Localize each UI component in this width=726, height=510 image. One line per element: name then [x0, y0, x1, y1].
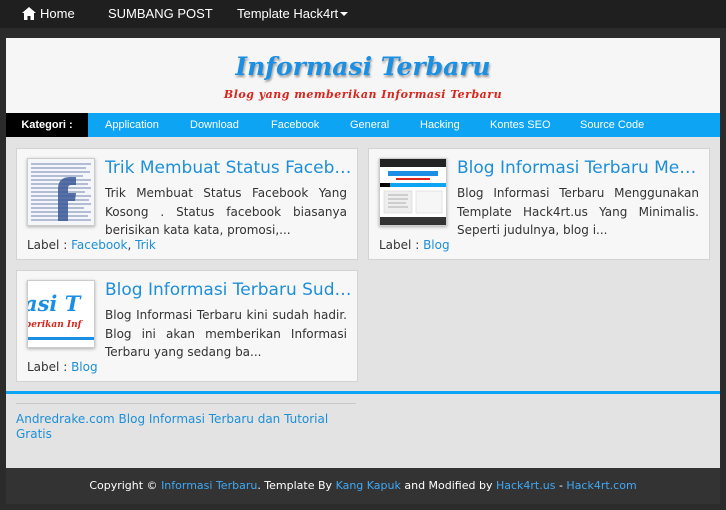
thumb-tagline-text: berikan Inf [28, 320, 84, 330]
nav-home-label: Home [40, 6, 75, 21]
copyright-bar: Copyright © Informasi Terbaru. Template … [6, 468, 720, 504]
post-card: Blog Informasi Terbaru Menggunakan Templ… [368, 148, 710, 260]
label-prefix: Label : [27, 238, 68, 252]
post-title[interactable]: Blog Informasi Terbaru Sudah Hadir [105, 280, 355, 300]
copyright-mid: . Template By [257, 479, 336, 492]
post-title[interactable]: Trik Membuat Status Facebook Yang Kosong [105, 158, 355, 178]
section-divider [6, 391, 720, 394]
post-labels: Label : Blog [379, 238, 450, 252]
copyright-text: Copyright © Informasi Terbaru. Template … [6, 468, 720, 504]
blog-screenshot-thumbnail [380, 159, 446, 225]
nav-template-dropdown[interactable]: Template Hack4rt [237, 0, 349, 28]
post-labels: Label : Facebook, Trik [27, 238, 156, 252]
caret-down-icon [340, 12, 349, 16]
category-bar: Kategori : Application Download Facebook… [6, 113, 720, 137]
category-general[interactable]: General [350, 113, 389, 137]
post-excerpt: Blog Informasi Terbaru kini sudah hadir.… [105, 308, 347, 359]
category-label: Kategori : [6, 113, 88, 137]
copyright-mod2-link[interactable]: Hack4rt.com [566, 479, 636, 492]
page-container: Informasi Terbaru Blog yang memberikan I… [6, 38, 720, 468]
copyright-site-link[interactable]: Informasi Terbaru [161, 479, 257, 492]
nav-sumbang-post-link[interactable]: SUMBANG POST [108, 0, 213, 28]
nav-home-link[interactable]: Home [22, 0, 75, 28]
label-prefix: Label : [379, 238, 420, 252]
post-excerpt: Trik Membuat Status Facebook Yang Kosong… [105, 186, 347, 237]
post-card: Trik Membuat Status Facebook Yang Kosong… [16, 148, 358, 260]
site-header: Informasi Terbaru Blog yang memberikan I… [6, 38, 720, 113]
copyright-author-link[interactable]: Kang Kapuk [336, 479, 401, 492]
home-icon [22, 7, 36, 20]
copyright-mod1-link[interactable]: Hack4rt.us [496, 479, 555, 492]
site-tagline: Blog yang memberikan Informasi Terbaru [223, 88, 503, 101]
site-title[interactable]: Informasi Terbaru [6, 52, 720, 81]
copyright-prefix: Copyright © [89, 479, 162, 492]
post-title[interactable]: Blog Informasi Terbaru Menggunakan Templ… [457, 158, 707, 178]
footer-partner-link[interactable]: Andredrake.com Blog Informasi Terbaru da… [16, 412, 356, 442]
category-hacking[interactable]: Hacking [420, 113, 460, 137]
label-link-trik[interactable]: Trik [135, 238, 156, 252]
copyright-sep: - [555, 479, 567, 492]
category-kontes-seo[interactable]: Kontes SEO [490, 113, 551, 137]
label-link-facebook[interactable]: Facebook [71, 238, 127, 252]
category-facebook[interactable]: Facebook [271, 113, 319, 137]
post-thumbnail[interactable] [27, 158, 95, 226]
category-download[interactable]: Download [190, 113, 239, 137]
thumb-logo-text: asi T [28, 291, 82, 316]
footer-link-rule [16, 403, 356, 404]
copyright-mid2: and Modified by [400, 479, 496, 492]
label-link-blog[interactable]: Blog [71, 360, 98, 374]
category-application[interactable]: Application [105, 113, 159, 137]
label-link-blog[interactable]: Blog [423, 238, 450, 252]
label-prefix: Label : [27, 360, 68, 374]
facebook-text-thumbnail [28, 159, 94, 225]
blog-logo-crop-thumbnail: asi T berikan Inf [28, 281, 94, 347]
post-excerpt: Blog Informasi Terbaru Menggunakan Templ… [457, 186, 699, 237]
top-navigation-bar: Home SUMBANG POST Template Hack4rt [0, 0, 726, 28]
post-thumbnail[interactable]: asi T berikan Inf [27, 280, 95, 348]
post-labels: Label : Blog [27, 360, 98, 374]
nav-template-label: Template Hack4rt [237, 6, 339, 21]
category-source-code[interactable]: Source Code [580, 113, 644, 137]
post-card: asi T berikan Inf Blog Informasi Terbaru… [16, 270, 358, 382]
post-thumbnail[interactable] [379, 158, 447, 226]
